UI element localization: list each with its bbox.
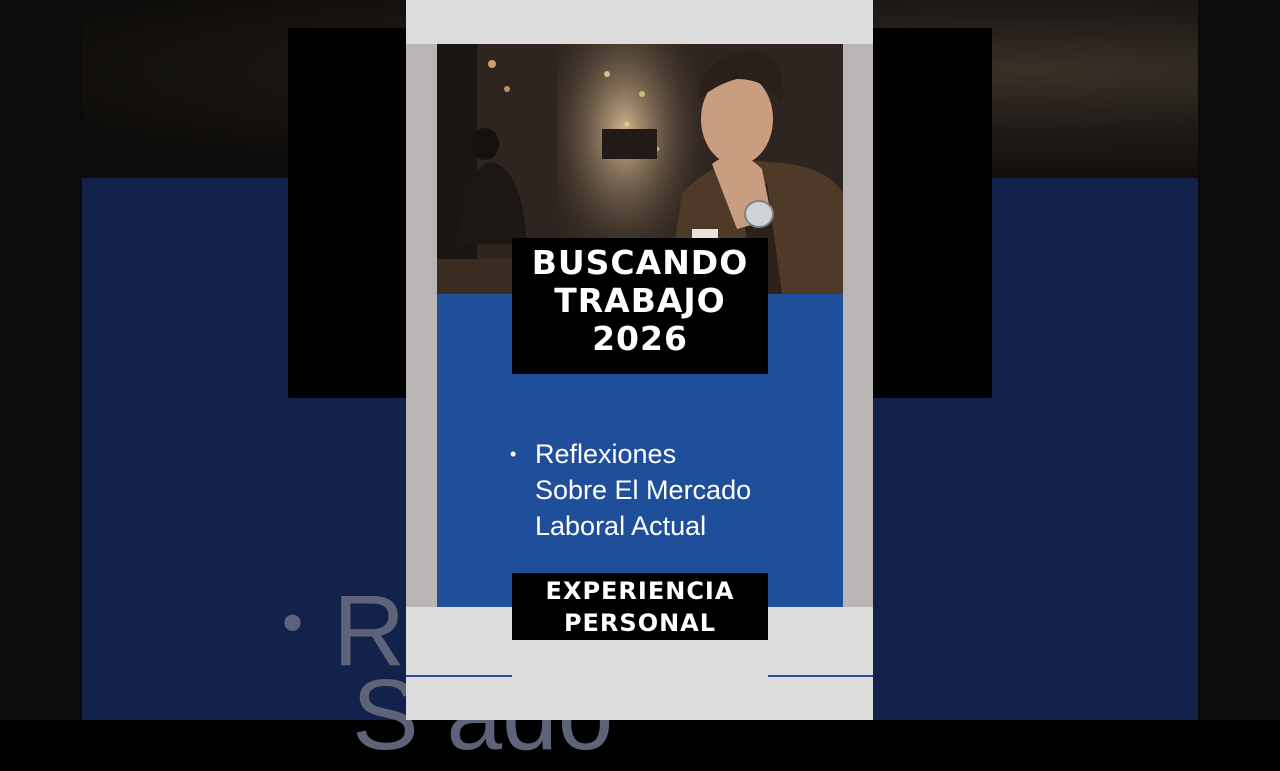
right-divider [768,675,873,677]
thumbnail-card: BUSCANDO TRABAJO 2026 • Reflexiones Sobr… [406,0,873,720]
bullet-marker: • [510,444,517,464]
bullet-line-1: Reflexiones [535,439,677,469]
bullet-line-2: Sobre El Mercado [535,475,752,505]
bullet-text: Reflexiones Sobre El Mercado Laboral Act… [535,436,815,544]
background-bullet-dot: • [282,589,304,656]
title-line-1: BUSCANDO [531,243,749,282]
footer-line-1: EXPERIENCIA [545,577,735,605]
title-label: BUSCANDO TRABAJO 2026 [512,238,768,374]
bullet-line-3: Laboral Actual [535,511,707,541]
footer-line-2: PERSONAL [563,609,717,637]
title-line-2: TRABAJO [554,281,726,320]
left-divider [406,675,512,677]
footer-label: EXPERIENCIA PERSONAL [512,573,768,640]
left-letterbox [0,0,82,720]
title-line-3: 2026 [592,319,688,358]
right-letterbox [1198,0,1280,720]
